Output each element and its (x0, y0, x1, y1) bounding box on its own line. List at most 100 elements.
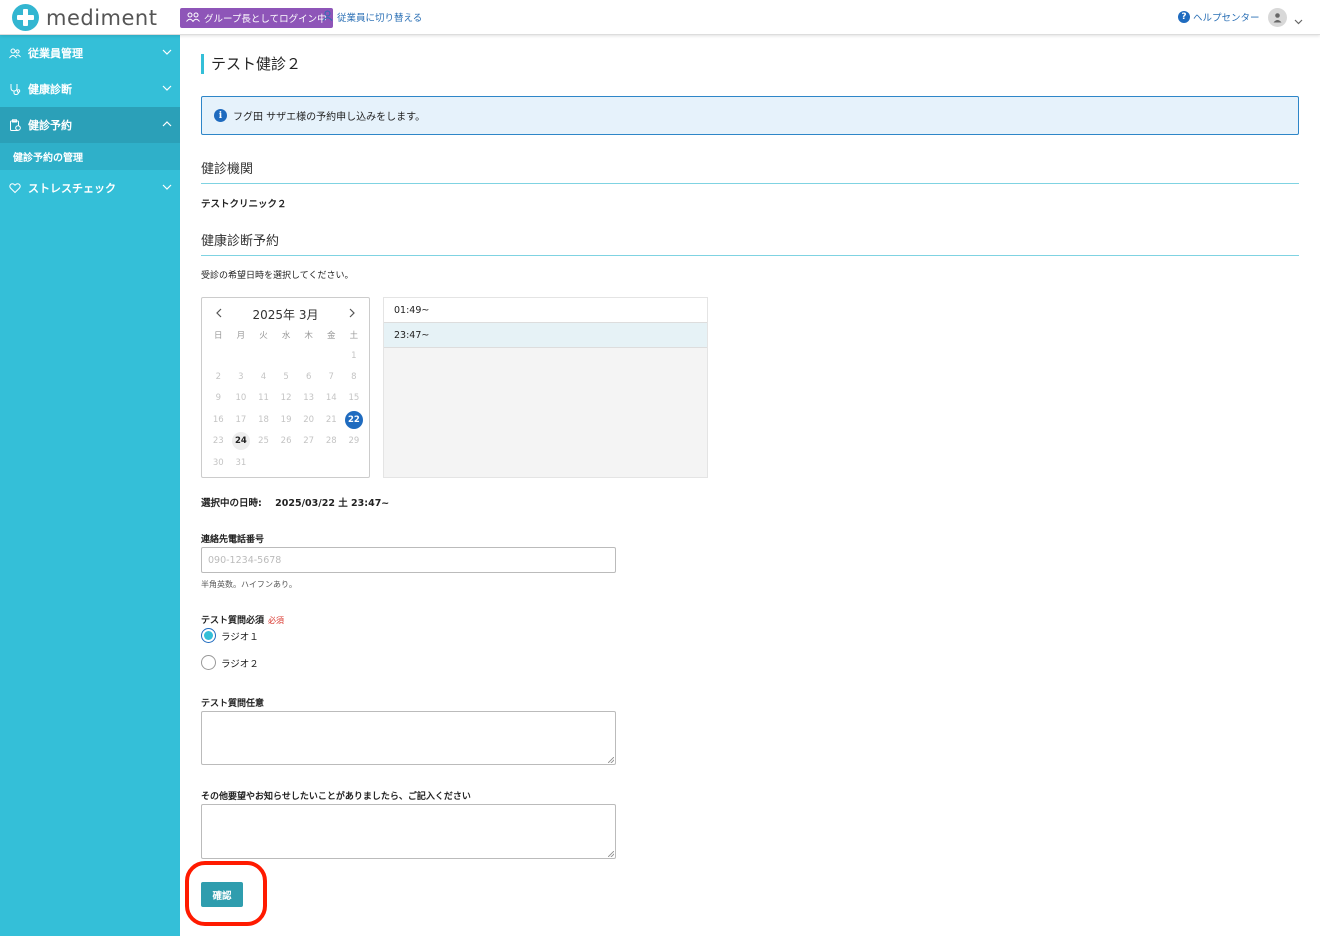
sidebar-item-checkup-reservation[interactable]: 健診予約 (0, 107, 180, 143)
help-center-link[interactable]: ? ヘルプセンター (1178, 10, 1260, 24)
optional-question-textarea[interactable] (201, 711, 616, 765)
calendar-day[interactable]: 29 (343, 431, 366, 452)
calendar-day-number: 15 (348, 393, 360, 404)
chevron-down-icon (162, 47, 172, 60)
other-requests-textarea[interactable] (201, 804, 616, 859)
calendar-weekday: 火 (259, 331, 268, 341)
selected-datetime: 選択中の日時: 2025/03/22 土 23:47~ (201, 495, 389, 509)
calendar-day-number: 22 (344, 410, 363, 429)
calendar-day[interactable]: 2 (207, 366, 230, 387)
main-content: テスト健診２ i フグ田 サザエ様の予約申し込みをします。 健診機関 テストクリ… (180, 35, 1320, 936)
clipboard-icon (9, 119, 21, 131)
calendar-day[interactable]: 23 (207, 431, 230, 452)
calendar-empty-cell (297, 452, 320, 473)
calendar-weekday: 水 (281, 331, 291, 341)
calendar-day-number: 28 (325, 436, 337, 447)
calendar-day[interactable]: 9 (207, 388, 230, 409)
calendar-empty-cell (207, 345, 230, 366)
switch-to-employee-link[interactable]: 従業員に切り替える (322, 10, 422, 24)
person-icon (322, 10, 333, 24)
calendar-day[interactable]: 22 (343, 409, 366, 430)
info-text: フグ田 サザエ様の予約申し込みをします。 (233, 112, 426, 123)
calendar-day[interactable]: 8 (343, 366, 366, 387)
calendar-day[interactable]: 10 (230, 388, 253, 409)
resize-handle-icon[interactable] (608, 851, 614, 857)
section-heading-booking: 健康診断予約 (201, 230, 1299, 256)
calendar-day[interactable]: 26 (275, 431, 298, 452)
radio-option-1[interactable]: ラジオ１ (201, 628, 259, 643)
calendar-day[interactable]: 14 (320, 388, 343, 409)
calendar-day[interactable]: 6 (297, 366, 320, 387)
calendar-day[interactable]: 31 (230, 452, 253, 473)
calendar-empty-cell (252, 452, 275, 473)
calendar-day[interactable]: 11 (252, 388, 275, 409)
calendar-day[interactable]: 30 (207, 452, 230, 473)
sidebar-item-employees[interactable]: 従業員管理 (0, 35, 180, 71)
calendar-day[interactable]: 17 (230, 409, 253, 430)
calendar-day[interactable]: 28 (320, 431, 343, 452)
optional-question-label: テスト質問任意 (201, 699, 265, 709)
radio-option-2[interactable]: ラジオ２ (201, 655, 259, 670)
phone-input[interactable]: 090-1234-5678 (201, 547, 616, 573)
radio-checked-icon (201, 628, 216, 643)
calendar-day[interactable]: 16 (207, 409, 230, 430)
section-heading-clinic: 健診機関 (201, 158, 1299, 184)
sidebar-item-label: 従業員管理 (28, 47, 83, 60)
calendar-day-number: 14 (325, 393, 337, 404)
logo[interactable]: mediment (12, 4, 157, 31)
calendar-empty-cell (252, 345, 275, 366)
stethoscope-icon (9, 83, 21, 96)
calendar-day-number: 11 (258, 393, 269, 404)
calendar-day[interactable]: 19 (275, 409, 298, 430)
calendar-day[interactable]: 12 (275, 388, 298, 409)
logo-cross-icon (12, 4, 39, 31)
chevron-down-icon (162, 182, 172, 195)
calendar-day[interactable]: 21 (320, 409, 343, 430)
chevron-right-icon[interactable] (347, 307, 357, 321)
calendar-day[interactable]: 1 (343, 345, 366, 366)
page-title: テスト健診２ (201, 54, 301, 74)
calendar-day-number (277, 454, 295, 472)
calendar-weekday: 日 (214, 331, 223, 341)
calendar-day[interactable]: 13 (297, 388, 320, 409)
calendar-day[interactable]: 25 (252, 431, 275, 452)
chevron-down-icon[interactable] (1294, 11, 1303, 30)
sidebar-item-stress-check[interactable]: ストレスチェック (0, 170, 180, 206)
resize-handle-icon[interactable] (608, 757, 614, 763)
calendar-day-number (300, 347, 318, 365)
calendar-day-number (232, 347, 250, 365)
calendar-day[interactable]: 3 (230, 366, 253, 387)
confirm-button[interactable]: 確認 (201, 882, 243, 907)
calendar-day-number: 31 (235, 457, 247, 468)
calendar-day[interactable]: 7 (320, 366, 343, 387)
group-leader-badge[interactable]: グループ長としてログイン中 (180, 8, 333, 28)
calendar-month-label: 2025年 3月 (252, 308, 319, 322)
time-slot[interactable]: 01:49~ (384, 298, 707, 323)
required-question-label: テスト質問必須 必須 (201, 613, 284, 626)
calendar-day[interactable]: 4 (252, 366, 275, 387)
time-slot[interactable]: 23:47~ (384, 323, 707, 348)
calendar-day-number: 18 (258, 414, 269, 425)
calendar-day-number: 6 (305, 372, 312, 383)
logo-text: mediment (46, 5, 158, 30)
calendar-day-number (277, 347, 295, 365)
calendar-day-number: 26 (280, 436, 292, 447)
required-question-text: テスト質問必須 (201, 616, 265, 626)
calendar-day[interactable]: 20 (297, 409, 320, 430)
chevron-up-icon (162, 119, 172, 132)
calendar-empty-cell (297, 345, 320, 366)
calendar-day[interactable]: 27 (297, 431, 320, 452)
calendar-day[interactable]: 18 (252, 409, 275, 430)
calendar-day[interactable]: 15 (343, 388, 366, 409)
sidebar-subitem-reservation-management[interactable]: 健診予約の管理 (0, 143, 180, 170)
date-calendar: 2025年 3月 日月火水木金土 1 2 3 4 5 6 7 8 9 10 11 12 13 14 15 16 1… (201, 297, 370, 478)
calendar-day[interactable]: 5 (275, 366, 298, 387)
calendar-day[interactable]: 24 (230, 431, 253, 452)
sidebar-item-health-checkup[interactable]: 健康診断 (0, 71, 180, 107)
sidebar-item-label: 健康診断 (28, 83, 72, 96)
calendar-weekday: 金 (327, 331, 336, 341)
group-icon (186, 12, 200, 25)
calendar-day-number: 27 (303, 436, 315, 447)
radio-label: ラジオ２ (221, 658, 259, 670)
avatar[interactable] (1268, 8, 1287, 27)
